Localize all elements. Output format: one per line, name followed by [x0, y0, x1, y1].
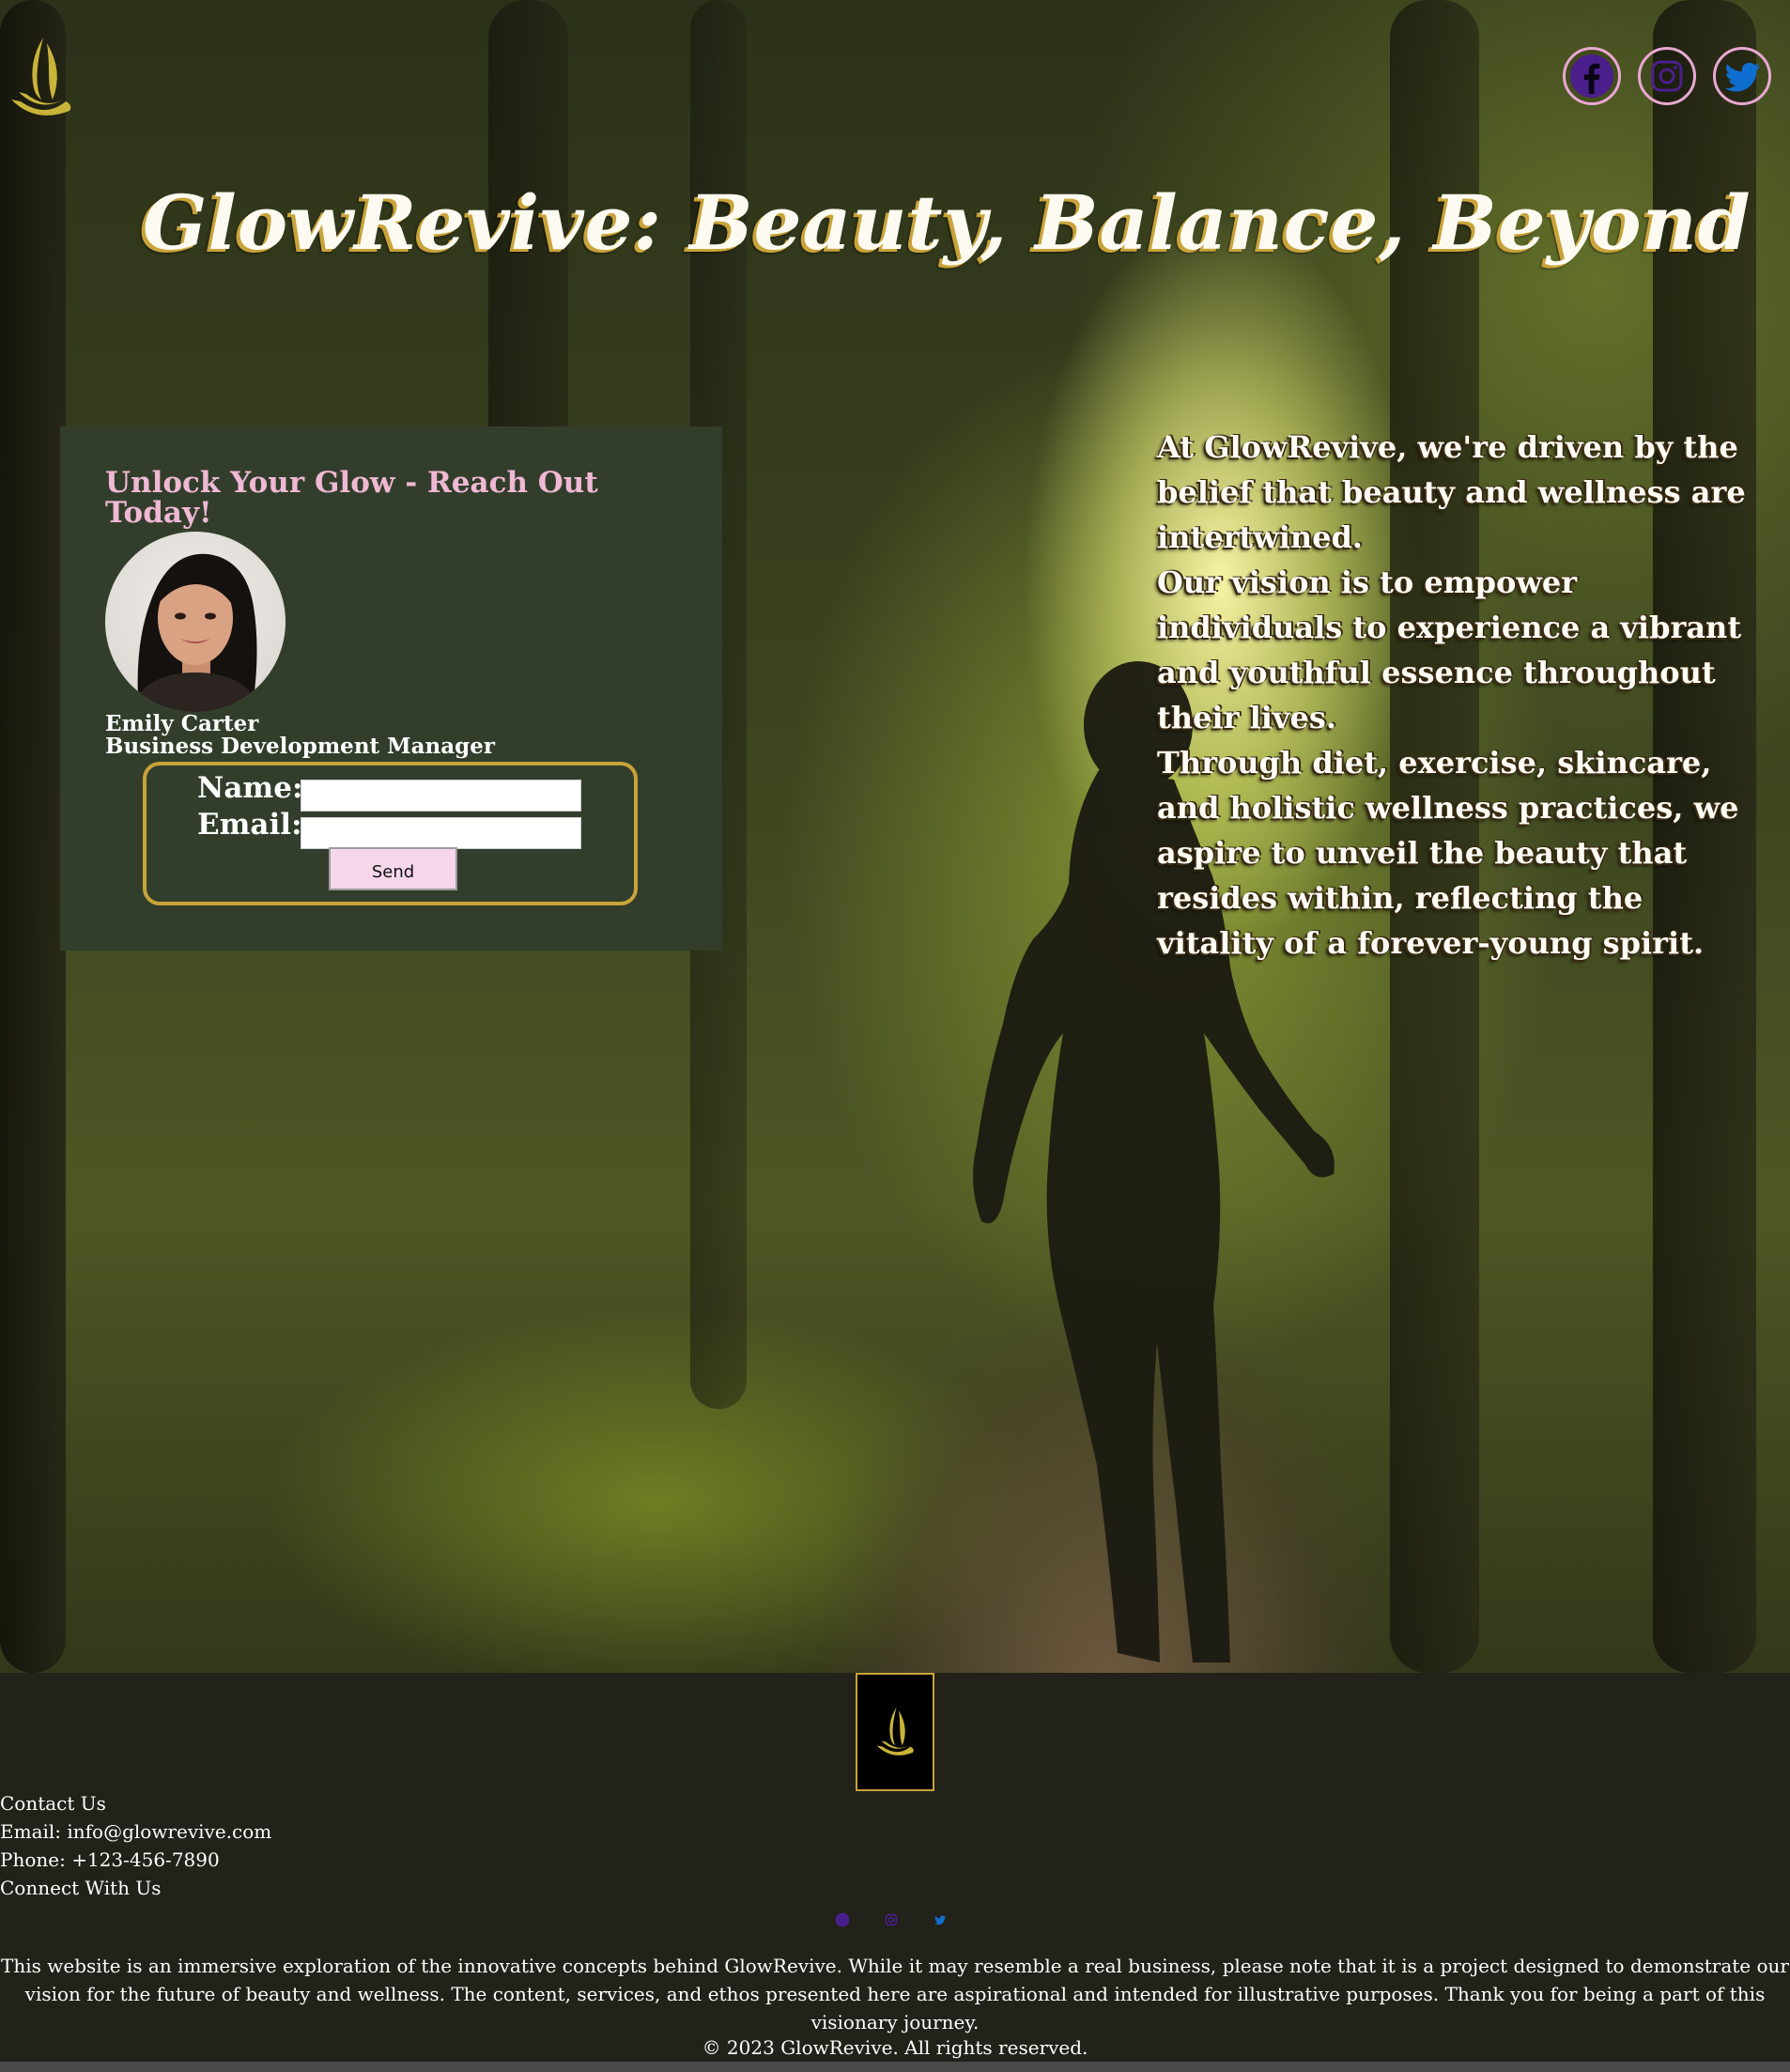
- footer-facebook-link[interactable]: [834, 1911, 851, 1928]
- person-name: Emily Carter: [105, 711, 259, 736]
- instagram-link[interactable]: [1638, 47, 1696, 105]
- glowrevive-logo-icon: [876, 1707, 914, 1755]
- facebook-link[interactable]: [1563, 47, 1621, 105]
- email-label: Email:: [197, 808, 302, 842]
- mission-statement: At GlowRevive, we're driven by the belie…: [1157, 425, 1769, 966]
- twitter-icon: [934, 1915, 947, 1925]
- footer-contact-heading: Contact Us: [0, 1792, 106, 1815]
- footer-connect-heading: Connect With Us: [0, 1877, 162, 1899]
- contact-heading: Unlock Your Glow - Reach Out Today!: [105, 466, 598, 530]
- twitter-icon: [1724, 62, 1761, 92]
- footer-logo[interactable]: [856, 1673, 934, 1791]
- instagram-icon: [885, 1913, 898, 1926]
- social-links: [1563, 47, 1771, 105]
- hero-section: GlowRevive: Beauty, Balance, Beyond Unlo…: [0, 0, 1790, 1673]
- twitter-link[interactable]: [1713, 47, 1771, 105]
- footer-instagram-link[interactable]: [883, 1911, 900, 1928]
- footer-copyright: © 2023 GlowRevive. All rights reserved.: [702, 2036, 1088, 2059]
- footer-twitter-link[interactable]: [932, 1911, 949, 1928]
- footer-phone: Phone: +123-456-7890: [0, 1848, 220, 1871]
- footer-email[interactable]: Email: info@glowrevive.com: [0, 1820, 1790, 1843]
- mission-paragraph: Our vision is to empower individuals to …: [1157, 564, 1742, 735]
- mission-paragraph: At GlowRevive, we're driven by the belie…: [1157, 429, 1746, 555]
- facebook-icon: [1570, 54, 1613, 98]
- contact-form: Name: Email: Send: [143, 762, 638, 905]
- tree-trunk-left: [0, 0, 66, 1673]
- hero-title: GlowRevive: Beauty, Balance, Beyond: [143, 178, 1751, 267]
- footer-social-links: [834, 1911, 949, 1928]
- avatar: [105, 532, 285, 712]
- person-role: Business Development Manager: [105, 734, 495, 759]
- bottom-strip: [0, 2062, 1790, 2072]
- glowrevive-logo[interactable]: [8, 34, 75, 124]
- avatar-portrait: [130, 553, 263, 712]
- mission-paragraph: Through diet, exercise, skincare, and ho…: [1157, 745, 1739, 961]
- facebook-icon: [835, 1912, 850, 1927]
- footer-disclaimer: This website is an immersive exploration…: [1, 1955, 1789, 2033]
- email-input[interactable]: [301, 817, 581, 849]
- instagram-icon: [1651, 60, 1683, 92]
- contact-card: Unlock Your Glow - Reach Out Today! Emil…: [60, 426, 722, 951]
- name-input[interactable]: [301, 780, 581, 812]
- name-label: Name:: [197, 771, 303, 805]
- send-button[interactable]: Send: [329, 847, 457, 890]
